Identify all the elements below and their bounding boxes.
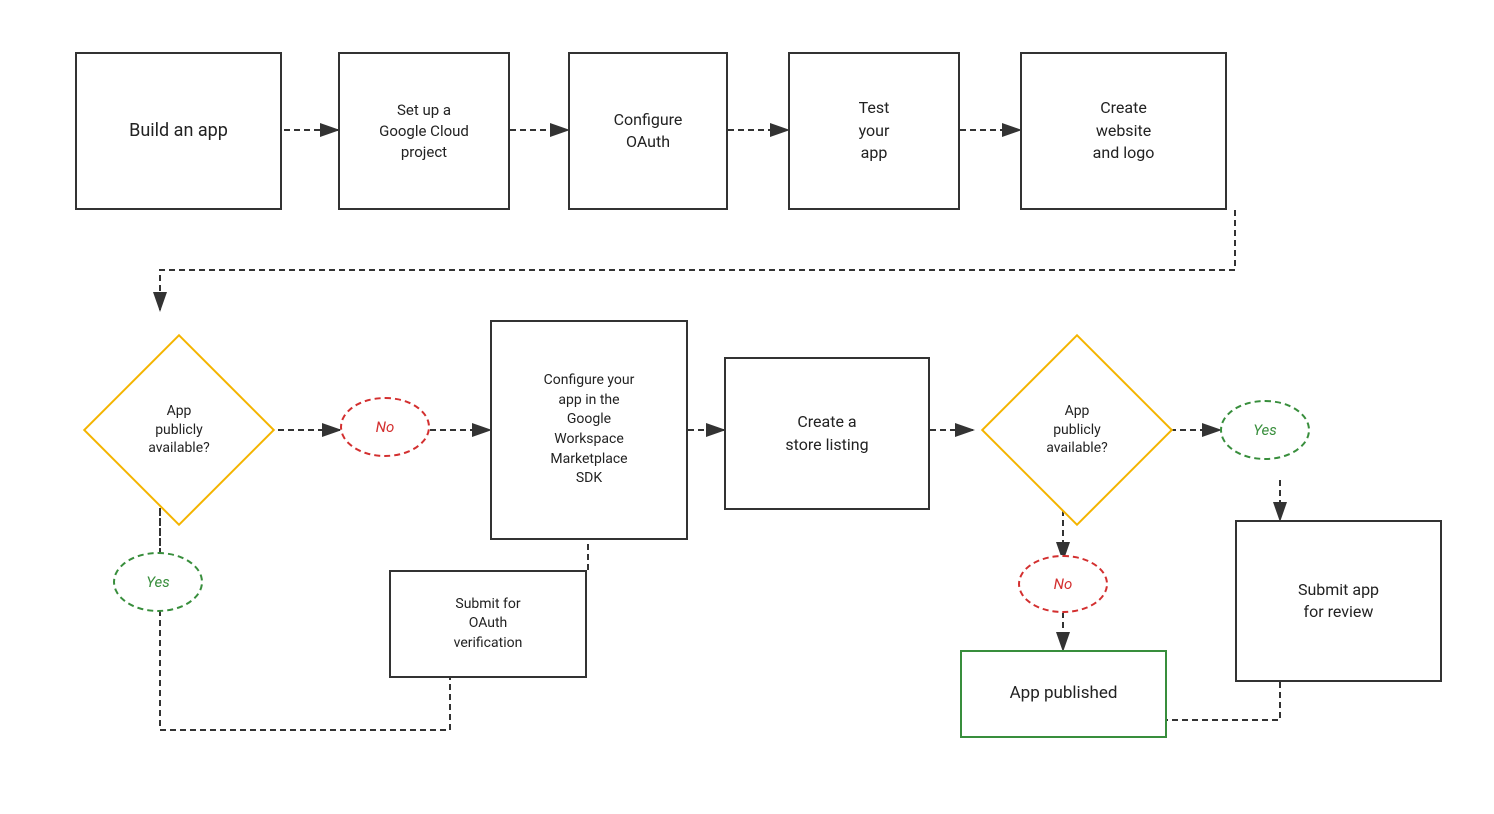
yes-oval-right: Yes [1220,400,1310,460]
submit-oauth-box: Submit forOAuthverification [389,570,587,678]
create-website-box: Createwebsiteand logo [1020,52,1227,210]
no-oval-left: No [340,397,430,457]
app-published-box: App published [960,650,1167,738]
yes-right-label: Yes [1253,421,1276,439]
setup-gcp-label: Set up aGoogle Cloudproject [379,100,469,163]
submit-oauth-label: Submit forOAuthverification [454,595,523,654]
app-published-label: App published [1010,682,1118,706]
yes-oval-left: Yes [113,552,203,612]
no-right-label: No [1054,575,1073,593]
setup-gcp-box: Set up aGoogle Cloudproject [338,52,510,210]
build-app-box: Build an app [75,52,282,210]
create-store-box: Create astore listing [724,357,930,510]
test-app-label: Testyourapp [859,97,890,164]
no-oval-right: No [1018,555,1108,613]
right-diamond-wrap: Apppubliclyavailable? [973,330,1181,530]
configure-workspace-label: Configure yourapp in theGoogleWorkspaceM… [544,371,635,489]
submit-review-box: Submit appfor review [1235,520,1442,682]
left-diamond-wrap: Apppubliclyavailable? [75,330,283,530]
configure-workspace-box: Configure yourapp in theGoogleWorkspaceM… [490,320,688,540]
submit-review-label: Submit appfor review [1298,579,1379,624]
no-left-label: No [376,418,395,436]
configure-oauth-box: ConfigureOAuth [568,52,728,210]
diagram: Build an app Set up aGoogle Cloudproject… [0,0,1494,814]
yes-left-label: Yes [146,573,169,591]
create-store-label: Create astore listing [785,411,868,456]
build-app-label: Build an app [129,118,228,143]
create-website-label: Createwebsiteand logo [1093,97,1155,164]
test-app-box: Testyourapp [788,52,960,210]
configure-oauth-label: ConfigureOAuth [614,109,683,154]
